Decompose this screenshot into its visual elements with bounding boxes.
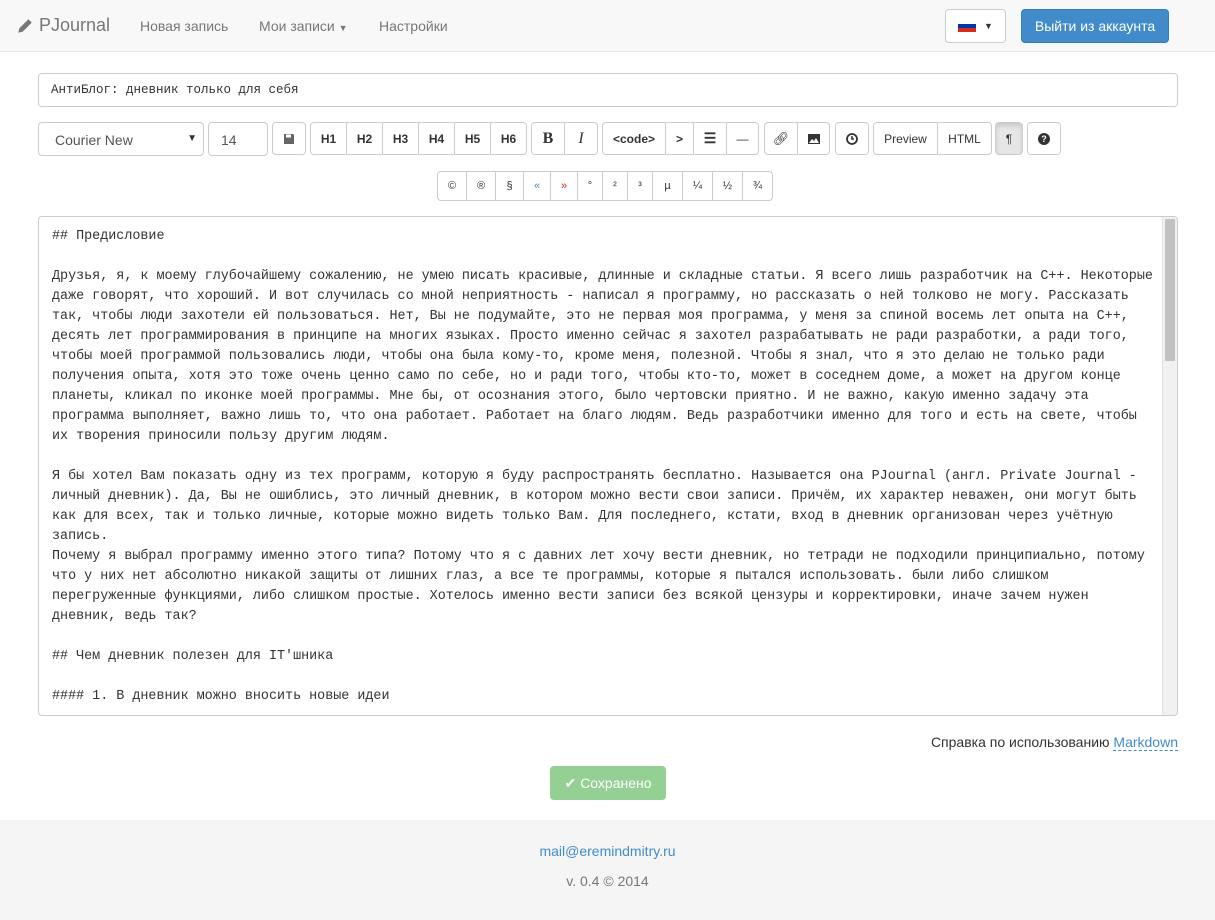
help-text: Справка по использованию <box>930 734 1114 750</box>
italic-button[interactable]: I <box>564 122 598 155</box>
bold-button[interactable]: B <box>531 122 565 155</box>
editor-text[interactable]: ## Предисловие Друзья, я, к моему глубоч… <box>39 217 1177 715</box>
h5-button[interactable]: H5 <box>454 122 491 155</box>
symbol-button[interactable]: © <box>437 171 467 201</box>
floppy-disk-icon <box>284 133 294 144</box>
navbar: PJournal Новая запись Мои записи ▼ Настр… <box>0 0 1215 52</box>
nav-settings[interactable]: Настройки <box>379 18 448 34</box>
symbol-button[interactable]: ½ <box>712 171 743 201</box>
h1-button[interactable]: H1 <box>310 122 347 155</box>
pencil-icon <box>18 18 32 33</box>
preview-button[interactable]: Preview <box>873 122 938 155</box>
code-button[interactable]: <code> <box>602 122 666 155</box>
logout-button[interactable]: Выйти из аккаунта <box>1021 9 1169 43</box>
link-button[interactable]: 🔗︎ <box>764 122 798 155</box>
link-icon: 🔗︎ <box>772 130 790 146</box>
nav-new-entry[interactable]: Новая запись <box>140 18 228 34</box>
markdown-link[interactable]: Markdown <box>1113 734 1178 751</box>
nav-my-entries-label: Мои записи <box>259 18 335 34</box>
font-size-input[interactable]: 14 <box>208 122 268 156</box>
html-button[interactable]: HTML <box>937 122 992 155</box>
symbol-button[interactable]: ° <box>577 171 603 201</box>
symbol-button[interactable]: ² <box>602 171 628 201</box>
saved-label: Сохранено <box>580 775 652 791</box>
version-text: v. 0.4 © 2014 <box>566 873 649 889</box>
brand[interactable]: PJournal <box>16 15 110 36</box>
scrollbar[interactable] <box>1162 217 1177 715</box>
image-icon <box>807 133 820 144</box>
scrollbar-thumb[interactable] <box>1165 219 1175 361</box>
symbol-button[interactable]: ® <box>466 171 496 201</box>
title-input[interactable]: АнтиБлог: дневник только для себя <box>38 73 1178 107</box>
pilcrow-toggle[interactable]: ¶ <box>995 122 1023 155</box>
h6-button[interactable]: H6 <box>490 122 527 155</box>
symbol-button[interactable]: ¾ <box>742 171 773 201</box>
question-circle-icon: ? <box>1038 132 1050 145</box>
list-icon: ☰ <box>703 130 717 146</box>
h4-button[interactable]: H4 <box>418 122 455 155</box>
hr-button[interactable]: — <box>726 122 759 155</box>
brand-name: PJournal <box>39 15 111 35</box>
symbol-button[interactable]: ³ <box>627 171 653 201</box>
nav-my-entries[interactable]: Мои записи ▼ <box>259 18 348 34</box>
symbol-button[interactable]: µ <box>652 171 683 201</box>
email-link[interactable]: mail@eremindmitry.ru <box>0 843 1215 859</box>
russian-flag-icon <box>958 20 977 32</box>
markdown-editor[interactable]: ## Предисловие Друзья, я, к моему глубоч… <box>38 216 1178 716</box>
save-button[interactable] <box>272 122 306 155</box>
symbol-button[interactable]: ¼ <box>682 171 713 201</box>
h2-button[interactable]: H2 <box>346 122 383 155</box>
clock-icon <box>846 132 858 145</box>
font-select[interactable]: Courier New ▼ <box>38 122 204 156</box>
saved-button[interactable]: ✔ Сохранено <box>550 766 666 800</box>
font-select-value: Courier New <box>55 132 133 148</box>
list-button[interactable]: ☰ <box>693 122 727 155</box>
symbol-button[interactable]: « <box>523 171 551 201</box>
symbol-button[interactable]: » <box>550 171 578 201</box>
symbols-toolbar: © ® § «» ° ² ³ µ ¼ ½ ¾ <box>437 171 773 201</box>
h3-button[interactable]: H3 <box>382 122 419 155</box>
symbol-button[interactable]: § <box>495 171 524 201</box>
caret-down-icon: ▼ <box>338 23 348 33</box>
help-button[interactable]: ? <box>1027 122 1061 155</box>
quote-button[interactable]: > <box>665 122 694 155</box>
image-button[interactable] <box>797 122 830 155</box>
check-icon: ✔ <box>564 774 577 791</box>
language-dropdown[interactable]: ▼ <box>945 9 1006 43</box>
timestamp-button[interactable] <box>835 122 869 155</box>
caret-down-icon: ▼ <box>984 21 993 31</box>
footer: mail@eremindmitry.ru v. 0.4 © 2014 <box>0 820 1215 920</box>
caret-down-icon: ▼ <box>187 133 197 144</box>
markdown-help: Справка по использованию Markdown <box>930 734 1178 751</box>
